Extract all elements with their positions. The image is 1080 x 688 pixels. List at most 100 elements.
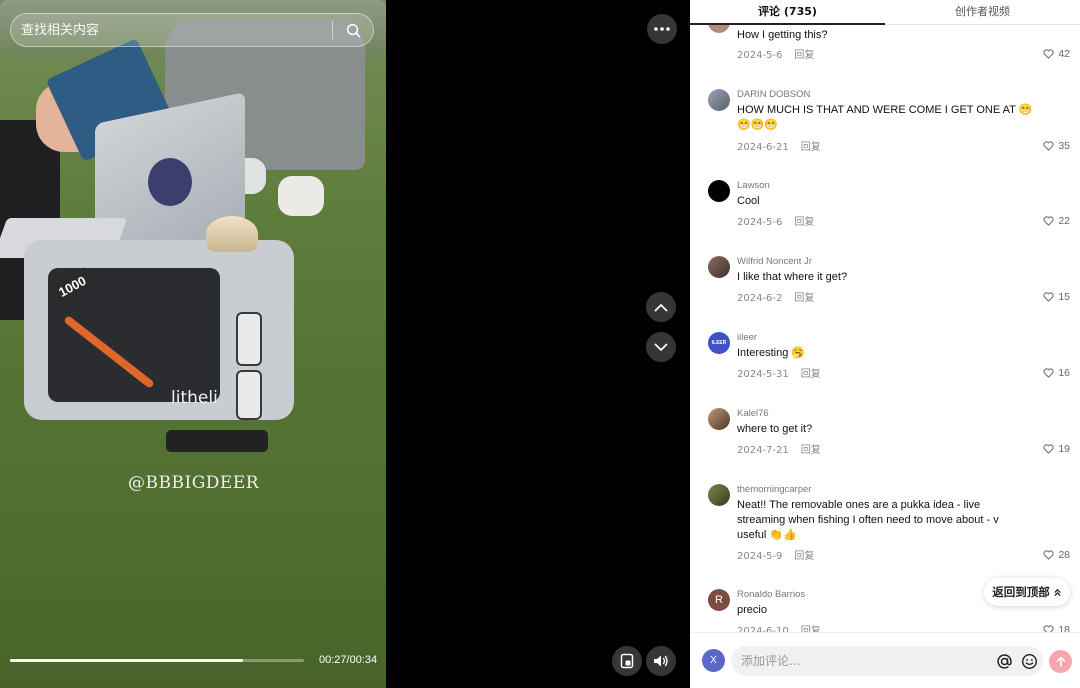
like-button[interactable]: 28 bbox=[1043, 549, 1070, 561]
playback-time: 00:27/00:34 bbox=[319, 654, 378, 666]
comment-list[interactable]: How I getting this? 2024-5-6 回复 42 DARIN … bbox=[690, 25, 1080, 632]
comment-text: HOW MUCH IS THAT AND WERE COME I GET ONE… bbox=[737, 104, 1033, 131]
send-comment-button[interactable] bbox=[1049, 650, 1072, 673]
comment-date: 2024-5-31 bbox=[737, 369, 789, 380]
reply-button[interactable]: 回复 bbox=[794, 293, 814, 304]
reply-button[interactable]: 回复 bbox=[794, 50, 814, 61]
volume-button[interactable] bbox=[646, 646, 676, 676]
commenter-name[interactable]: Ronaldo Barrios bbox=[737, 589, 805, 600]
laptop-sticker-image bbox=[148, 158, 192, 206]
like-button[interactable]: 22 bbox=[1043, 215, 1070, 227]
comment-meta: 2024-5-6 回复 bbox=[737, 213, 814, 228]
tab-comments[interactable]: 评论 (735) bbox=[690, 0, 885, 25]
like-count: 28 bbox=[1058, 549, 1070, 561]
previous-video-button[interactable] bbox=[646, 292, 676, 322]
volume-icon bbox=[654, 655, 668, 667]
comment-meta: 2024-7-21 回复 bbox=[737, 441, 821, 456]
like-button[interactable]: 42 bbox=[1043, 48, 1070, 60]
comment-text: Interesting 🥱 bbox=[737, 347, 806, 359]
shoe-image bbox=[278, 176, 324, 216]
comment-meta: 2024-6-21 回复 bbox=[737, 138, 821, 153]
comment-date: 2024-6-21 bbox=[737, 142, 789, 153]
reply-button[interactable]: 回复 bbox=[801, 445, 821, 456]
battery-module-image bbox=[236, 370, 262, 420]
heart-icon bbox=[1043, 141, 1054, 151]
comment-meta: 2024-6-10 回复 bbox=[737, 622, 821, 632]
reply-button[interactable]: 回复 bbox=[801, 142, 821, 153]
heart-icon bbox=[1043, 550, 1054, 560]
commenter-name[interactable]: Kalel76 bbox=[737, 408, 769, 419]
search-input[interactable] bbox=[11, 22, 332, 38]
search-bar bbox=[10, 13, 374, 47]
heart-icon bbox=[1043, 216, 1054, 226]
panel-tabs: 评论 (735) 创作者视频 bbox=[690, 0, 1080, 25]
search-icon bbox=[346, 23, 360, 37]
comment-input-box bbox=[731, 646, 1043, 676]
comment-date: 2024-5-6 bbox=[737, 50, 783, 61]
video-watermark: @BBBIGDEER bbox=[128, 473, 260, 493]
commenter-avatar[interactable] bbox=[708, 484, 730, 506]
picture-in-picture-button[interactable] bbox=[612, 646, 642, 676]
reply-button[interactable]: 回复 bbox=[794, 551, 814, 562]
commenter-avatar[interactable] bbox=[708, 25, 730, 33]
reply-button[interactable]: 回复 bbox=[801, 369, 821, 380]
back-to-top-button[interactable]: 返回到顶部 bbox=[984, 578, 1070, 606]
heart-icon bbox=[1043, 444, 1054, 454]
lamp-image bbox=[206, 216, 258, 252]
avatar-initials: iLEER bbox=[711, 340, 727, 346]
comment-text: Neat!! The removable ones are a pukka id… bbox=[737, 499, 999, 541]
next-video-button[interactable] bbox=[646, 332, 676, 362]
like-button[interactable]: 19 bbox=[1043, 443, 1070, 455]
progress-fill bbox=[10, 659, 244, 662]
commenter-name[interactable]: DARIN DOBSON bbox=[737, 89, 810, 100]
chevron-down-icon bbox=[654, 343, 668, 351]
emoji-button[interactable] bbox=[1018, 650, 1040, 672]
current-user-avatar[interactable]: X bbox=[702, 649, 725, 672]
tab-creator-videos[interactable]: 创作者视频 bbox=[885, 0, 1080, 24]
like-button[interactable]: 16 bbox=[1043, 367, 1070, 379]
comment-text: How I getting this? bbox=[737, 29, 828, 41]
search-button[interactable] bbox=[333, 14, 373, 46]
picture-in-picture-icon bbox=[620, 653, 634, 669]
commenter-avatar[interactable]: R bbox=[708, 589, 730, 611]
commenter-avatar[interactable] bbox=[708, 180, 730, 202]
comment-meta: 2024-6-2 回复 bbox=[737, 289, 814, 304]
comment-text: where to get it? bbox=[737, 423, 813, 435]
commenter-name[interactable]: Wilfrid Noncent Jr bbox=[737, 256, 812, 267]
avatar-initials: R bbox=[715, 594, 723, 606]
commenter-name[interactable]: Lawson bbox=[737, 180, 770, 191]
mention-button[interactable] bbox=[993, 650, 1015, 672]
heart-icon bbox=[1043, 368, 1054, 378]
comment-composer: X bbox=[690, 632, 1080, 688]
more-dots-icon bbox=[654, 27, 670, 31]
at-sign-icon bbox=[996, 653, 1012, 669]
commenter-avatar[interactable] bbox=[708, 408, 730, 430]
commenter-name[interactable]: iileer bbox=[737, 332, 757, 343]
double-chevron-up-icon bbox=[1054, 588, 1061, 596]
heart-icon bbox=[1043, 292, 1054, 302]
comment-date: 2024-5-9 bbox=[737, 551, 783, 562]
reply-button[interactable]: 回复 bbox=[794, 217, 814, 228]
like-button[interactable]: 15 bbox=[1043, 291, 1070, 303]
chevron-up-icon bbox=[654, 303, 668, 311]
like-count: 16 bbox=[1058, 367, 1070, 379]
like-button[interactable]: 18 bbox=[1043, 624, 1070, 632]
comment-meta: 2024-5-9 回复 bbox=[737, 547, 814, 562]
comment-text: Cool bbox=[737, 195, 760, 207]
commenter-name[interactable]: themorningcarper bbox=[737, 484, 811, 495]
heart-icon bbox=[1043, 49, 1054, 59]
comment-text: precio bbox=[737, 604, 767, 616]
power-station-brand: litheli bbox=[171, 388, 218, 408]
like-button[interactable]: 35 bbox=[1043, 140, 1070, 152]
commenter-avatar[interactable] bbox=[708, 256, 730, 278]
progress-bar[interactable] bbox=[10, 659, 304, 662]
arrow-up-icon bbox=[1056, 656, 1065, 667]
commenter-avatar[interactable] bbox=[708, 89, 730, 111]
like-count: 15 bbox=[1058, 291, 1070, 303]
comment-input[interactable] bbox=[731, 654, 993, 668]
like-count: 18 bbox=[1058, 624, 1070, 632]
commenter-avatar[interactable]: iLEER bbox=[708, 332, 730, 354]
more-options-button[interactable] bbox=[647, 14, 677, 44]
smiley-icon bbox=[1021, 653, 1037, 669]
video-player[interactable]: 1000 litheli @BBBIGDEER 00:27/00:34 bbox=[0, 0, 386, 688]
